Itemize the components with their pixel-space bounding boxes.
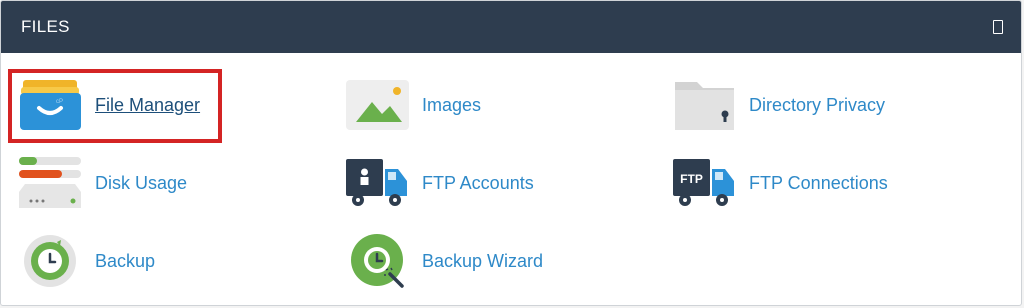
- disk-usage-link[interactable]: Disk Usage: [19, 156, 187, 210]
- images-icon: [346, 78, 409, 132]
- ftp-connections-link[interactable]: FTP FTP Connections: [673, 156, 888, 210]
- backup-wizard-icon: [346, 234, 409, 288]
- disk-usage-label[interactable]: Disk Usage: [95, 173, 187, 194]
- files-grid: cP File Manager Images Directory Privacy…: [1, 53, 1021, 305]
- file-manager-icon: cP: [19, 78, 82, 132]
- files-panel: FILES cP File Manager Images Directory P…: [0, 0, 1022, 306]
- collapse-toggle-icon[interactable]: [993, 20, 1003, 34]
- images-link[interactable]: Images: [346, 78, 481, 132]
- ftp-connections-icon: FTP: [673, 156, 736, 210]
- backup-icon: [19, 234, 82, 288]
- svg-text:FTP: FTP: [680, 172, 703, 186]
- ftp-connections-label[interactable]: FTP Connections: [749, 173, 888, 194]
- directory-privacy-label[interactable]: Directory Privacy: [749, 95, 885, 116]
- ftp-accounts-label[interactable]: FTP Accounts: [422, 173, 534, 194]
- ftp-accounts-icon: [346, 156, 409, 210]
- svg-text:cP: cP: [56, 99, 63, 105]
- file-manager-label[interactable]: File Manager: [95, 95, 200, 116]
- disk-usage-icon: [19, 156, 82, 210]
- backup-wizard-label[interactable]: Backup Wizard: [422, 251, 543, 272]
- section-title: FILES: [21, 17, 70, 36]
- ftp-accounts-link[interactable]: FTP Accounts: [346, 156, 534, 210]
- directory-privacy-icon: [673, 78, 736, 132]
- backup-label[interactable]: Backup: [95, 251, 155, 272]
- directory-privacy-link[interactable]: Directory Privacy: [673, 78, 885, 132]
- backup-link[interactable]: Backup: [19, 234, 155, 288]
- file-manager-link[interactable]: cP File Manager: [19, 78, 200, 132]
- backup-wizard-link[interactable]: Backup Wizard: [346, 234, 543, 288]
- images-label[interactable]: Images: [422, 95, 481, 116]
- files-section-header[interactable]: FILES: [1, 1, 1021, 53]
